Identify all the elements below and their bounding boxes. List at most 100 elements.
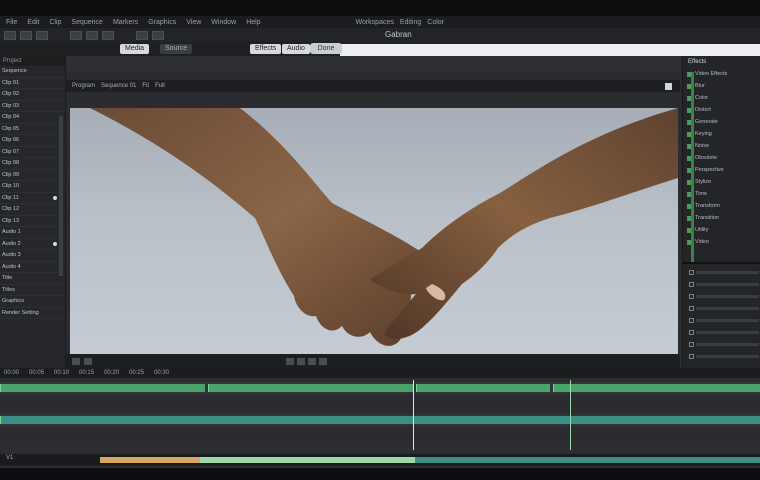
done-button[interactable]: Done xyxy=(310,43,342,54)
list-item[interactable]: Clip 02 xyxy=(0,89,65,101)
effect-category[interactable]: Time xyxy=(683,188,760,200)
quality-select[interactable]: Full xyxy=(155,83,165,89)
list-item[interactable]: Audio 2 xyxy=(0,239,65,250)
timeline-clip[interactable] xyxy=(416,384,550,392)
ripple-edit-icon[interactable] xyxy=(36,30,48,40)
checkbox-icon[interactable] xyxy=(689,306,694,311)
audio-track-row[interactable] xyxy=(689,316,759,325)
list-item[interactable]: Clip 09 xyxy=(0,170,65,181)
menu-help[interactable]: Help xyxy=(246,19,260,26)
menu-clip[interactable]: Clip xyxy=(49,19,61,26)
checkbox-icon[interactable] xyxy=(689,318,694,323)
timeline-scrollbar[interactable]: V1 xyxy=(0,454,760,466)
checkbox-icon[interactable] xyxy=(689,282,694,287)
menu-graphics[interactable]: Graphics xyxy=(148,19,176,26)
list-item[interactable]: Titles xyxy=(0,285,65,296)
effect-category[interactable]: Transition xyxy=(683,212,760,224)
list-item[interactable]: Clip 01 xyxy=(0,78,65,89)
slip-tool-icon[interactable] xyxy=(86,30,98,40)
mark-in-icon[interactable] xyxy=(72,357,80,365)
list-item[interactable]: Graphics xyxy=(0,296,65,308)
time-ruler[interactable]: 00:00 00:05 00:10 00:15 00:20 00:25 00:3… xyxy=(0,368,760,378)
step-forward-icon[interactable] xyxy=(308,357,316,365)
audio-track-row[interactable] xyxy=(689,280,759,289)
pen-tool-icon[interactable] xyxy=(102,30,114,40)
audio-track-1[interactable] xyxy=(0,414,760,426)
video-track-1[interactable] xyxy=(0,382,760,394)
checkbox-icon[interactable] xyxy=(689,330,694,335)
search-strip[interactable] xyxy=(340,44,760,56)
list-item[interactable]: Clip 03 xyxy=(0,101,65,112)
menu-sequence[interactable]: Sequence xyxy=(71,19,103,26)
effect-category[interactable]: Keying xyxy=(683,128,760,140)
step-back-icon[interactable] xyxy=(286,357,294,365)
audio-track-row[interactable] xyxy=(689,352,759,361)
menu-edit[interactable]: Edit xyxy=(27,19,39,26)
effect-category[interactable]: Transform xyxy=(683,200,760,212)
effect-category[interactable]: Noise xyxy=(683,140,760,152)
workspace-item[interactable]: Color xyxy=(427,19,444,26)
audio-track-row[interactable] xyxy=(689,268,759,277)
loop-icon[interactable] xyxy=(319,357,327,365)
effect-category[interactable]: Video Effects xyxy=(683,68,760,80)
mark-out-icon[interactable] xyxy=(84,357,92,365)
tab-audio[interactable]: Audio xyxy=(282,44,310,54)
razor-tool-icon[interactable] xyxy=(70,30,82,40)
visibility-icon[interactable] xyxy=(53,241,57,246)
list-item[interactable]: Clip 04 xyxy=(0,112,65,124)
visibility-icon[interactable] xyxy=(53,195,57,200)
workspace-item[interactable]: Workspaces xyxy=(355,19,393,26)
effect-category[interactable]: Blur xyxy=(683,80,760,92)
checkbox-icon[interactable] xyxy=(689,294,694,299)
list-item[interactable]: Audio 4 xyxy=(0,262,65,273)
sequence-name[interactable]: Sequence 01 xyxy=(101,83,136,89)
zoom-select[interactable]: Fit xyxy=(142,83,149,89)
hand-tool-icon[interactable] xyxy=(136,30,148,40)
panel-menu-icon[interactable] xyxy=(665,82,672,90)
scrollbar[interactable] xyxy=(59,116,63,276)
audio-track-row[interactable] xyxy=(689,328,759,337)
menu-view[interactable]: View xyxy=(186,19,201,26)
menu-markers[interactable]: Markers xyxy=(113,19,138,26)
type-tool-icon[interactable] xyxy=(152,30,164,40)
menu-window[interactable]: Window xyxy=(211,19,236,26)
workspace-item[interactable]: Editing xyxy=(400,19,421,26)
list-item[interactable]: Audio 1 xyxy=(0,227,65,239)
checkbox-icon[interactable] xyxy=(689,270,694,275)
effect-category[interactable]: Color xyxy=(683,92,760,104)
selection-tool-icon[interactable] xyxy=(4,30,16,40)
tab-media[interactable]: Media xyxy=(120,44,150,54)
audio-track-row[interactable] xyxy=(689,304,759,313)
timeline-panel[interactable]: 00:00 00:05 00:10 00:15 00:20 00:25 00:3… xyxy=(0,368,760,468)
list-item[interactable]: Clip 08 xyxy=(0,158,65,170)
marker-line[interactable] xyxy=(570,380,571,450)
viewer-tab[interactable]: Program xyxy=(72,83,95,89)
playhead[interactable] xyxy=(413,380,414,450)
list-item[interactable]: Clip 06 xyxy=(0,135,65,147)
checkbox-icon[interactable] xyxy=(689,354,694,359)
timeline-clip[interactable] xyxy=(0,384,205,392)
tab-source[interactable]: Source xyxy=(160,44,193,54)
audio-clip[interactable] xyxy=(0,416,760,424)
effect-category[interactable]: Utility xyxy=(683,224,760,236)
checkbox-icon[interactable] xyxy=(689,342,694,347)
list-item[interactable]: Clip 05 xyxy=(0,124,65,135)
audio-track-row[interactable] xyxy=(689,340,759,349)
list-item[interactable]: Clip 07 xyxy=(0,147,65,158)
menu-file[interactable]: File xyxy=(6,19,17,26)
timeline-clip[interactable] xyxy=(553,384,760,392)
effect-category[interactable]: Distort xyxy=(683,104,760,116)
list-item[interactable]: Clip 10 xyxy=(0,181,65,193)
list-item[interactable]: Clip 11 xyxy=(0,193,65,204)
effect-category[interactable]: Obsolete xyxy=(683,152,760,164)
list-item[interactable]: Clip 13 xyxy=(0,216,65,227)
list-item[interactable]: Audio 3 xyxy=(0,250,65,262)
audio-track-row[interactable] xyxy=(689,292,759,301)
video-track-2[interactable] xyxy=(0,398,760,410)
effect-category[interactable]: Video xyxy=(683,236,760,248)
program-monitor[interactable] xyxy=(70,108,678,354)
list-item[interactable]: Render Setting xyxy=(0,308,65,319)
effect-category[interactable]: Perspective xyxy=(683,164,760,176)
list-item[interactable]: Clip 12 xyxy=(0,204,65,216)
audio-track-2[interactable] xyxy=(0,430,760,442)
